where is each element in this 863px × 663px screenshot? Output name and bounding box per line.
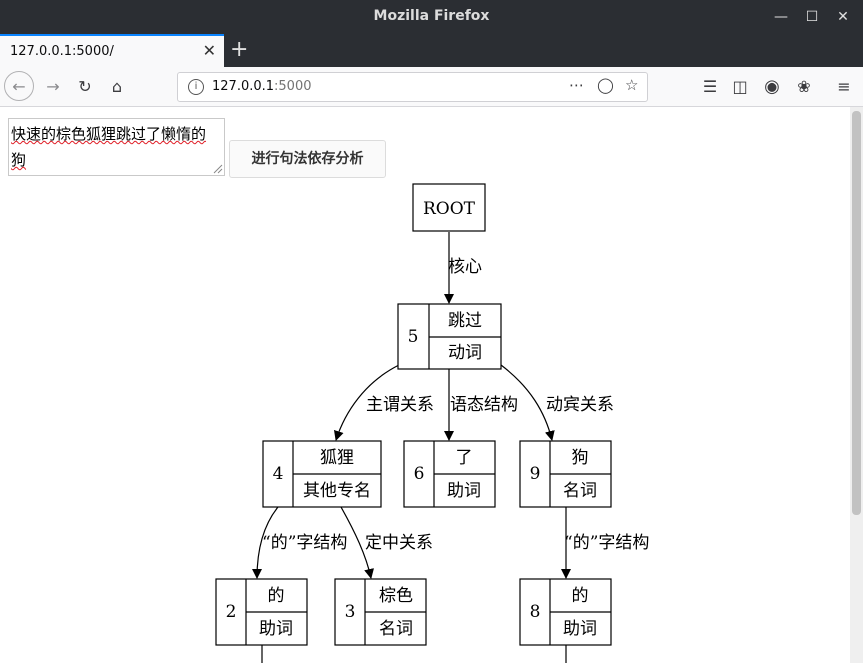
node-id: 3: [345, 602, 356, 622]
edge-label: 定中关系: [365, 533, 433, 553]
window-titlebar: Mozilla Firefox — ☐ ✕: [0, 0, 863, 34]
extension-gnome-icon[interactable]: ❀: [792, 75, 816, 99]
reload-icon[interactable]: ↻: [73, 75, 97, 99]
url-port: :5000: [274, 79, 312, 94]
node-pos: 助词: [447, 481, 481, 501]
sidebar-icon[interactable]: ◫: [728, 75, 752, 99]
node-word: 了: [456, 448, 473, 468]
vertical-scrollbar[interactable]: [850, 107, 863, 663]
edge-label: “的”字结构: [564, 533, 649, 553]
page-content: 快速的棕色狐狸跳过了懒惰的 狗 进行句法依存分析 核心 主谓关系 语态结构 动宾…: [0, 107, 850, 663]
node-pos: 其他专名: [303, 481, 371, 501]
node-pos: 助词: [259, 619, 293, 639]
navigation-toolbar: ← → ↻ ⌂ i 127.0.0.1:5000 ⋯ ◯ ☆ ☰ ◫ ◉ ❀ ≡: [0, 67, 863, 107]
site-info-icon[interactable]: i: [188, 79, 204, 95]
node-word: 跳过: [448, 311, 482, 331]
menu-icon[interactable]: ≡: [832, 75, 856, 99]
tab-label: 127.0.0.1:5000/: [10, 44, 114, 59]
node-word: 的: [268, 586, 285, 606]
url-text[interactable]: 127.0.0.1:5000: [212, 79, 312, 94]
tree-node-2: 2 的 助词: [215, 578, 308, 646]
close-tab-icon[interactable]: ✕: [203, 41, 216, 60]
minimize-icon[interactable]: —: [770, 6, 792, 28]
edge-label: 动宾关系: [546, 395, 614, 415]
window-title: Mozilla Firefox: [373, 8, 490, 24]
node-id: 6: [414, 464, 425, 484]
node-id: 2: [226, 602, 237, 622]
url-host: 127.0.0.1: [212, 79, 275, 94]
edge-label: “的”字结构: [262, 533, 347, 553]
node-word: 棕色: [379, 586, 413, 606]
dependency-tree: 核心 主谓关系 语态结构 动宾关系 “的”字结构 定中关系 “的”字结构 ROO…: [215, 183, 649, 663]
tree-node-9: 9 狗 名词: [519, 440, 612, 508]
node-id: 5: [408, 327, 419, 347]
root-node: ROOT: [412, 183, 486, 232]
new-tab-icon[interactable]: +: [230, 38, 248, 62]
edge-label: 主谓关系: [366, 395, 434, 415]
scrollbar-thumb[interactable]: [852, 111, 861, 515]
tab-active[interactable]: 127.0.0.1:5000/ ✕: [0, 34, 224, 67]
bookmark-star-icon[interactable]: ☆: [625, 76, 638, 94]
back-icon[interactable]: ←: [4, 71, 34, 101]
node-word: 狐狸: [320, 448, 354, 468]
maximize-icon[interactable]: ☐: [801, 6, 823, 28]
tree-node-4: 4 狐狸 其他专名: [262, 440, 382, 508]
node-id: 8: [530, 602, 541, 622]
root-label: ROOT: [423, 199, 476, 219]
tab-bar: 127.0.0.1:5000/ ✕ +: [0, 34, 863, 67]
tree-node-3: 3 棕色 名词: [334, 578, 427, 646]
home-icon[interactable]: ⌂: [105, 75, 129, 99]
tree-node-8: 8 的 助词: [519, 578, 612, 646]
node-pos: 动词: [448, 343, 482, 363]
forward-icon[interactable]: →: [41, 75, 65, 99]
page-actions-icon[interactable]: ⋯: [569, 76, 584, 94]
extension-circle-icon[interactable]: ◉: [760, 75, 784, 99]
node-pos: 名词: [379, 619, 413, 639]
pocket-icon[interactable]: ◯: [597, 76, 614, 94]
node-pos: 助词: [563, 619, 597, 639]
tree-node-5: 5 跳过 动词: [397, 303, 502, 370]
node-word: 的: [572, 586, 589, 606]
edge-label: 核心: [448, 257, 482, 277]
library-icon[interactable]: ☰: [698, 75, 722, 99]
url-bar[interactable]: i 127.0.0.1:5000 ⋯ ◯ ☆: [177, 72, 648, 102]
node-id: 9: [530, 464, 541, 484]
close-window-icon[interactable]: ✕: [832, 6, 854, 28]
tree-node-6: 6 了 助词: [403, 440, 496, 508]
node-word: 狗: [572, 448, 589, 468]
node-id: 4: [273, 464, 284, 484]
node-pos: 名词: [563, 481, 597, 501]
edge-label: 语态结构: [450, 395, 518, 415]
